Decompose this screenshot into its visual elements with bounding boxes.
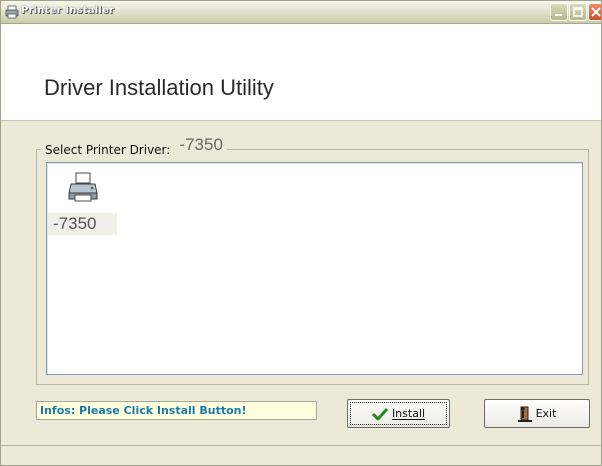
minimize-icon <box>555 14 562 16</box>
info-status-field: Infos: Please Click Install Button! <box>36 401 317 420</box>
driver-list[interactable]: -7350 <box>46 162 583 375</box>
driver-group-label: Select Printer Driver: <box>45 143 171 157</box>
title-bar[interactable]: Printer Installer <box>1 1 601 24</box>
exit-door-icon <box>517 406 532 422</box>
minimize-button[interactable] <box>550 3 568 21</box>
window-title: Printer Installer <box>21 5 115 16</box>
exit-button-label: Exit <box>535 407 557 420</box>
driver-group-legend: Select Printer Driver: -7350 <box>41 135 227 157</box>
status-bar <box>1 446 601 465</box>
exit-button[interactable]: Exit <box>484 399 590 428</box>
driver-item-label: -7350 <box>53 214 97 233</box>
list-item-driver[interactable]: -7350 <box>47 171 123 251</box>
maximize-icon <box>573 7 583 17</box>
install-button[interactable]: Install <box>347 399 450 428</box>
close-button[interactable] <box>588 3 601 21</box>
checkmark-icon <box>371 407 388 420</box>
printer-installer-window: Printer Installer Driver Installation Ut… <box>0 0 602 466</box>
close-icon <box>591 7 601 17</box>
printer-icon <box>68 172 98 202</box>
maximize-button[interactable] <box>569 3 587 21</box>
selected-driver-value: -7350 <box>179 135 223 154</box>
install-button-label: Install <box>391 407 426 420</box>
header-panel: Driver Installation Utility <box>1 24 601 121</box>
app-icon <box>5 5 19 19</box>
page-title: Driver Installation Utility <box>44 75 274 100</box>
